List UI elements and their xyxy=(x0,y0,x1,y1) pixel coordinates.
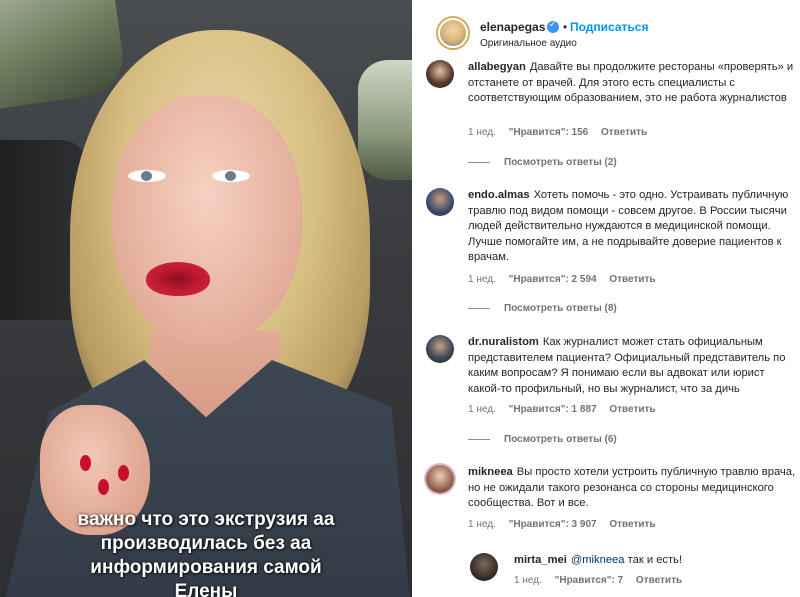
comment-time: 1 нед. xyxy=(468,404,496,415)
comment-username[interactable]: allabegyan xyxy=(468,61,526,73)
car-window-right xyxy=(358,60,412,180)
nail xyxy=(80,455,91,471)
reply-meta: 1 нед. "Нравится": 7 Ответить xyxy=(514,575,692,586)
reply-username[interactable]: mirta_mei xyxy=(514,554,567,566)
comment-meta: 1 нед. "Нравится": 3 907 Ответить xyxy=(468,519,666,530)
presenter-lips xyxy=(146,262,210,296)
caption-line: производилась без аа xyxy=(100,533,312,554)
view-replies-button[interactable]: Посмотреть ответы (2) xyxy=(468,157,617,168)
comment-time: 1 нед. xyxy=(468,274,496,285)
comment-text-block: mikneea Вы просто хотели устроить публичн… xyxy=(468,465,798,512)
comment-meta: 1 нед. "Нравится": 156 Ответить xyxy=(468,127,657,138)
separator-dot: • xyxy=(563,20,568,34)
caption-line: информирования самой xyxy=(90,557,322,578)
reply-text: так и есть! xyxy=(624,554,683,566)
reply-mention[interactable]: @mikneea xyxy=(571,554,625,566)
comment-likes[interactable]: "Нравится": 2 594 xyxy=(509,274,597,285)
caption-line: Елены xyxy=(174,581,238,597)
nail xyxy=(118,465,129,481)
comment-meta: 1 нед. "Нравится": 1 887 Ответить xyxy=(468,404,666,415)
comments-panel[interactable]: elenapegas • Подписаться Оригинальное ау… xyxy=(412,0,800,597)
comment-likes[interactable]: "Нравится": 3 907 xyxy=(509,519,597,530)
author-username[interactable]: elenapegas xyxy=(480,20,545,34)
post-header: elenapegas • Подписаться Оригинальное ау… xyxy=(424,8,800,49)
car-window xyxy=(0,0,128,109)
comment-text-block: dr.nuralistom Как журналист может стать о… xyxy=(468,335,798,397)
comment-username[interactable]: mikneea xyxy=(468,466,513,478)
comment-meta: 1 нед. "Нравится": 2 594 Ответить xyxy=(468,274,666,285)
comment-time: 1 нед. xyxy=(468,127,496,138)
caption-line: важно что это экструзия аа xyxy=(77,509,335,530)
author-avatar[interactable] xyxy=(438,18,468,48)
view-replies-button[interactable]: Посмотреть ответы (6) xyxy=(468,434,617,445)
comment-username[interactable]: dr.nuralistom xyxy=(468,336,539,348)
presenter-eye-right xyxy=(212,170,250,182)
reply-time: 1 нед. xyxy=(514,575,542,586)
presenter-face xyxy=(112,95,302,345)
video-caption: важно что это экструзия аа производилась… xyxy=(0,508,412,597)
commenter-avatar[interactable] xyxy=(426,335,454,363)
reply-text-block: mirta_mei @mikneea так и есть! xyxy=(514,553,800,569)
comment-time: 1 нед. xyxy=(468,519,496,530)
follow-button[interactable]: Подписаться xyxy=(570,20,648,34)
presenter-eye-left xyxy=(128,170,166,182)
commenter-avatar[interactable] xyxy=(426,188,454,216)
audio-label[interactable]: Оригинальное аудио xyxy=(480,38,577,49)
reply-button[interactable]: Ответить xyxy=(601,127,647,138)
comment-username[interactable]: endo.almas xyxy=(468,189,530,201)
replier-avatar[interactable] xyxy=(470,553,498,581)
comment-text-block: endo.almas Хотеть помочь - это одно. Устр… xyxy=(468,188,798,266)
commenter-avatar[interactable] xyxy=(426,465,454,493)
reply-button[interactable]: Ответить xyxy=(609,274,655,285)
view-replies-button[interactable]: Посмотреть ответы (8) xyxy=(468,303,617,314)
reply-button[interactable]: Ответить xyxy=(609,519,655,530)
comment-text-block: allabegyan Давайте вы продолжите ресторан… xyxy=(468,60,798,107)
nail xyxy=(98,479,109,495)
comment-likes[interactable]: "Нравится": 156 xyxy=(509,127,589,138)
verified-badge-icon xyxy=(547,19,559,33)
reply-button[interactable]: Ответить xyxy=(636,575,682,586)
comment-likes[interactable]: "Нравится": 1 887 xyxy=(509,404,597,415)
commenter-avatar[interactable] xyxy=(426,60,454,88)
comment-text: Вы просто хотели устроить публичную трав… xyxy=(468,466,796,509)
reply-likes[interactable]: "Нравится": 7 xyxy=(555,575,624,586)
video-player[interactable]: важно что это экструзия аа производилась… xyxy=(0,0,412,597)
reply-button[interactable]: Ответить xyxy=(609,404,655,415)
